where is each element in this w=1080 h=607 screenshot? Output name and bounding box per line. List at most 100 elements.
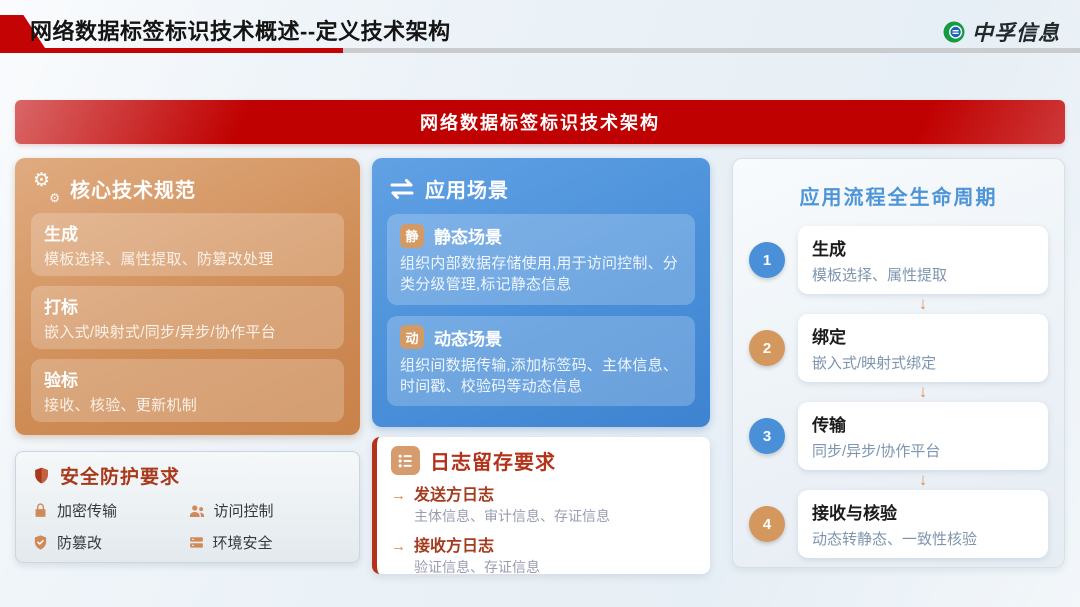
header: 网络数据标签标识技术概述--定义技术架构 中孚信息 bbox=[0, 0, 1080, 58]
swap-arrows-icon bbox=[389, 178, 415, 200]
down-arrow-icon: ↓ bbox=[798, 296, 1048, 312]
security-panel: 安全防护要求 加密传输 bbox=[15, 451, 360, 563]
security-item-access: 访问控制 bbox=[188, 500, 344, 521]
spec-card-desc: 接收、核验、更新机制 bbox=[44, 394, 331, 415]
spec-card-verify: 验标 接收、核验、更新机制 bbox=[31, 359, 344, 422]
log-item-line: → 接收方日志 bbox=[391, 532, 696, 556]
logs-header: 日志留存要求 bbox=[391, 446, 696, 475]
scenario-desc: 组织间数据传输,添加标签码、主体信息、时间戳、校验码等动态信息 bbox=[400, 355, 682, 398]
security-item-label: 访问控制 bbox=[214, 500, 274, 521]
spec-card-title: 生成 bbox=[44, 220, 331, 245]
logs-panel: 日志留存要求 → 发送方日志 主体信息、审计信息、存证信息 → 接收方日志 验证… bbox=[372, 437, 710, 574]
gear-small-glyph: ⚙ bbox=[49, 191, 60, 205]
step-desc: 嵌入式/映射式绑定 bbox=[812, 352, 1034, 373]
step-number-badge: 3 bbox=[749, 418, 785, 454]
step-number-badge: 1 bbox=[749, 242, 785, 278]
down-arrow-icon: ↓ bbox=[798, 472, 1048, 488]
banner-title: 网络数据标签标识技术架构 bbox=[420, 109, 660, 135]
security-header: 安全防护要求 bbox=[32, 462, 343, 489]
right-column: 应用流程全生命周期 1 生成 模板选择、属性提取 ↓ 2 绑定 嵌入式/映射式绑… bbox=[732, 158, 1065, 568]
right-arrow-icon: → bbox=[391, 538, 406, 555]
spec-card-mark: 打标 嵌入式/映射式/同步/异步/协作平台 bbox=[31, 286, 344, 349]
scenarios-panel: 应用场景 静 静态场景 组织内部数据存储使用,用于访问控制、分类分级管理,标记静… bbox=[372, 158, 710, 427]
lock-icon bbox=[32, 502, 49, 519]
spec-card-title: 验标 bbox=[44, 366, 331, 391]
security-grid: 加密传输 访问控制 bbox=[32, 500, 343, 553]
divider-red-segment bbox=[0, 48, 343, 53]
step-desc: 模板选择、属性提取 bbox=[812, 264, 1034, 285]
core-specs-title: 核心技术规范 bbox=[70, 174, 196, 203]
step-desc: 同步/异步/协作平台 bbox=[812, 440, 1034, 461]
step-title: 接收与核验 bbox=[812, 499, 1034, 524]
middle-column: 应用场景 静 静态场景 组织内部数据存储使用,用于访问控制、分类分级管理,标记静… bbox=[372, 158, 710, 574]
spec-card-title: 打标 bbox=[44, 293, 331, 318]
spec-card-desc: 模板选择、属性提取、防篡改处理 bbox=[44, 248, 331, 269]
security-title: 安全防护要求 bbox=[60, 462, 180, 489]
security-item-encryption: 加密传输 bbox=[32, 500, 188, 521]
logo-text: 中孚信息 bbox=[972, 17, 1060, 47]
log-item-title: 发送方日志 bbox=[414, 481, 494, 505]
log-item-sender: → 发送方日志 主体信息、审计信息、存证信息 bbox=[391, 481, 696, 526]
spec-card-generate: 生成 模板选择、属性提取、防篡改处理 bbox=[31, 213, 344, 276]
security-item-label: 环境安全 bbox=[213, 532, 273, 553]
log-item-desc: 验证信息、存证信息 bbox=[414, 557, 696, 577]
static-badge: 静 bbox=[400, 224, 424, 248]
step-card: 生成 模板选择、属性提取 bbox=[798, 226, 1048, 294]
scenarios-header: 应用场景 bbox=[389, 174, 693, 203]
step-title: 生成 bbox=[812, 235, 1034, 260]
scenario-title-row: 静 静态场景 bbox=[400, 223, 682, 248]
scenario-desc: 组织内部数据存储使用,用于访问控制、分类分级管理,标记静态信息 bbox=[400, 253, 682, 296]
content-columns: ⚙ ⚙ 核心技术规范 生成 模板选择、属性提取、防篡改处理 打标 嵌入式/映射式… bbox=[15, 158, 1065, 574]
step-title: 绑定 bbox=[812, 323, 1034, 348]
log-item-receiver: → 接收方日志 验证信息、存证信息 bbox=[391, 532, 696, 577]
spec-card-desc: 嵌入式/映射式/同步/异步/协作平台 bbox=[44, 321, 331, 342]
logo: 中孚信息 bbox=[942, 17, 1060, 47]
step-card: 接收与核验 动态转静态、一致性核验 bbox=[798, 490, 1048, 558]
left-column: ⚙ ⚙ 核心技术规范 生成 模板选择、属性提取、防篡改处理 打标 嵌入式/映射式… bbox=[15, 158, 360, 563]
step-card: 绑定 嵌入式/映射式绑定 bbox=[798, 314, 1048, 382]
scenarios-title: 应用场景 bbox=[425, 174, 509, 203]
shield-icon bbox=[32, 466, 51, 485]
logs-title: 日志留存要求 bbox=[430, 446, 556, 475]
section-banner: 网络数据标签标识技术架构 bbox=[15, 100, 1065, 144]
core-specs-header: ⚙ ⚙ 核心技术规范 bbox=[33, 174, 342, 203]
lifecycle-title: 应用流程全生命周期 bbox=[749, 181, 1048, 210]
scenario-card-dynamic: 动 动态场景 组织间数据传输,添加标签码、主体信息、时间戳、校验码等动态信息 bbox=[387, 316, 695, 407]
lifecycle-step-1: 1 生成 模板选择、属性提取 bbox=[749, 226, 1048, 294]
log-item-title: 接收方日志 bbox=[414, 532, 494, 556]
step-title: 传输 bbox=[812, 411, 1034, 436]
lifecycle-panel: 应用流程全生命周期 1 生成 模板选择、属性提取 ↓ 2 绑定 嵌入式/映射式绑… bbox=[732, 158, 1065, 568]
log-item-desc: 主体信息、审计信息、存证信息 bbox=[414, 506, 696, 526]
step-desc: 动态转静态、一致性核验 bbox=[812, 528, 1034, 549]
server-icon bbox=[188, 534, 205, 551]
down-arrow-icon: ↓ bbox=[798, 384, 1048, 400]
step-number-badge: 2 bbox=[749, 330, 785, 366]
logo-icon bbox=[942, 20, 966, 44]
security-item-environment: 环境安全 bbox=[188, 532, 344, 553]
log-item-line: → 发送方日志 bbox=[391, 481, 696, 505]
security-item-tamperproof: 防篡改 bbox=[32, 532, 188, 553]
clipboard-list-icon bbox=[391, 446, 420, 475]
step-number-badge: 4 bbox=[749, 506, 785, 542]
lifecycle-step-4: 4 接收与核验 动态转静态、一致性核验 bbox=[749, 490, 1048, 558]
security-item-label: 防篡改 bbox=[57, 532, 102, 553]
shield-check-icon bbox=[32, 534, 49, 551]
security-item-label: 加密传输 bbox=[57, 500, 117, 521]
users-icon bbox=[188, 502, 206, 520]
core-specs-panel: ⚙ ⚙ 核心技术规范 生成 模板选择、属性提取、防篡改处理 打标 嵌入式/映射式… bbox=[15, 158, 360, 435]
header-divider bbox=[0, 48, 1080, 53]
right-arrow-icon: → bbox=[391, 487, 406, 504]
gears-icon: ⚙ ⚙ bbox=[33, 175, 60, 202]
slide: 网络数据标签标识技术概述--定义技术架构 中孚信息 网络数据标签标识技术架构 bbox=[0, 0, 1080, 607]
lifecycle-step-3: 3 传输 同步/异步/协作平台 bbox=[749, 402, 1048, 470]
scenario-title-row: 动 动态场景 bbox=[400, 325, 682, 350]
scenario-title: 动态场景 bbox=[434, 325, 502, 350]
dynamic-badge: 动 bbox=[400, 325, 424, 349]
gear-big-glyph: ⚙ bbox=[33, 169, 50, 192]
step-card: 传输 同步/异步/协作平台 bbox=[798, 402, 1048, 470]
divider-gray-segment bbox=[343, 48, 1080, 53]
lifecycle-step-2: 2 绑定 嵌入式/映射式绑定 bbox=[749, 314, 1048, 382]
scenario-title: 静态场景 bbox=[434, 223, 502, 248]
page-title: 网络数据标签标识技术概述--定义技术架构 bbox=[30, 14, 451, 46]
scenario-card-static: 静 静态场景 组织内部数据存储使用,用于访问控制、分类分级管理,标记静态信息 bbox=[387, 214, 695, 305]
